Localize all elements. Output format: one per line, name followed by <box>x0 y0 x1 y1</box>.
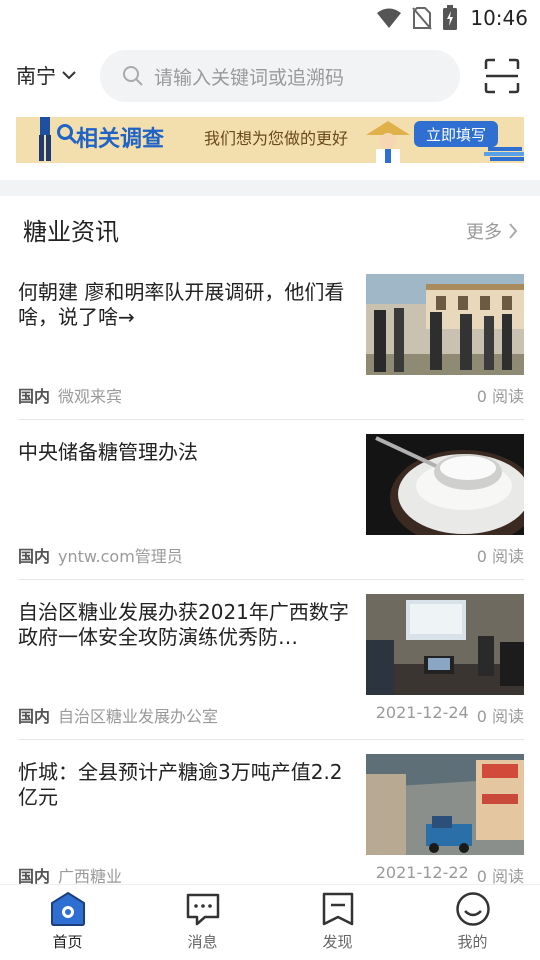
tab-label: 消息 <box>187 933 218 951</box>
news-stats: 0 阅读 <box>469 383 524 407</box>
magnifier-icon <box>57 124 78 145</box>
more-link[interactable]: 更多 <box>466 218 518 244</box>
news-item[interactable]: 忻城：全县预计产糖逾3万吨产值2.2亿元 国内 广西糖业 2021-12-22 … <box>18 740 524 900</box>
news-thumbnail <box>366 754 524 855</box>
news-source: yntw.com管理员 <box>58 547 183 566</box>
chevron-right-icon <box>509 223 518 239</box>
banner-title: 相关调查 <box>76 127 165 152</box>
person-illustration <box>39 117 51 161</box>
profile-icon <box>455 892 490 926</box>
news-reads: 0 阅读 <box>476 387 524 406</box>
farmer-illustration <box>366 121 410 163</box>
news-title: 自治区糖业发展办获2021年广西数字政府一体安全攻防演练优秀防… <box>18 600 349 649</box>
city-name: 南宁 <box>16 64 56 88</box>
news-meta: 国内 自治区糖业发展办公室 <box>18 703 218 727</box>
discover-icon <box>322 892 353 926</box>
tab-messages[interactable]: 消息 <box>135 885 270 960</box>
news-reads: 0 阅读 <box>476 707 524 726</box>
banner-subtitle: 我们想为您做的更好 <box>204 129 349 148</box>
tab-discover[interactable]: 发现 <box>270 885 405 960</box>
news-title: 何朝建 廖和明率队开展调研，他们看啥，说了啥→ <box>18 280 345 329</box>
news-tag: 国内 <box>18 387 51 406</box>
news-item[interactable]: 何朝建 廖和明率队开展调研，他们看啥，说了啥→ 国内 微观来宾 0 阅读 <box>18 260 524 420</box>
section-title: 糖业资讯 <box>23 218 119 246</box>
news-meta: 国内 微观来宾 <box>18 383 122 407</box>
wifi-icon <box>377 8 402 28</box>
search-placeholder: 请输入关键词或追溯码 <box>154 66 345 89</box>
news-stats: 2021-12-24 0 阅读 <box>376 703 524 727</box>
news-stats: 0 阅读 <box>469 543 524 567</box>
more-label: 更多 <box>466 222 502 243</box>
news-thumbnail <box>366 434 524 535</box>
news-title: 忻城：全县预计产糖逾3万吨产值2.2亿元 <box>18 760 343 809</box>
status-bar: 10:46 <box>0 0 540 36</box>
tab-label: 发现 <box>322 933 353 951</box>
news-title: 中央储备糖管理办法 <box>18 440 198 464</box>
home-icon <box>50 891 85 926</box>
tab-label: 我的 <box>457 933 488 951</box>
news-tag: 国内 <box>18 707 51 726</box>
tab-home[interactable]: 首页 <box>0 885 135 960</box>
news-tag: 国内 <box>18 547 51 566</box>
news-meta: 国内 yntw.com管理员 <box>18 543 183 567</box>
survey-banner[interactable]: 相关调查 我们想为您做的更好 立即填写 <box>16 117 524 163</box>
chevron-down-icon <box>62 70 76 79</box>
news-item[interactable]: 中央储备糖管理办法 国内 yntw.com管理员 0 阅读 <box>18 420 524 580</box>
scan-icon[interactable] <box>484 58 520 94</box>
no-sim-icon <box>412 7 433 30</box>
message-icon <box>186 893 219 926</box>
city-selector[interactable]: 南宁 <box>16 60 76 89</box>
tab-profile[interactable]: 我的 <box>405 885 540 960</box>
bottom-tab-bar: 首页 消息 发现 我的 <box>0 884 540 960</box>
search-icon <box>123 66 143 86</box>
news-source: 微观来宾 <box>58 387 123 406</box>
news-source: 自治区糖业发展办公室 <box>58 707 219 726</box>
battery-icon <box>443 5 458 30</box>
section-divider <box>0 180 540 196</box>
news-item[interactable]: 自治区糖业发展办获2021年广西数字政府一体安全攻防演练优秀防… 国内 自治区糖… <box>18 580 524 740</box>
status-time: 10:46 <box>470 6 528 30</box>
books-illustration <box>484 147 524 161</box>
news-reads: 0 阅读 <box>476 547 524 566</box>
news-thumbnail <box>366 594 524 695</box>
tab-label: 首页 <box>52 933 83 951</box>
search-input[interactable]: 请输入关键词或追溯码 <box>100 50 460 102</box>
news-date: 2021-12-24 <box>375 703 469 722</box>
top-header: 南宁 请输入关键词或追溯码 <box>0 46 540 106</box>
fill-survey-button[interactable]: 立即填写 <box>414 121 498 147</box>
news-thumbnail <box>366 274 524 375</box>
status-icons: 10:46 <box>376 5 528 31</box>
